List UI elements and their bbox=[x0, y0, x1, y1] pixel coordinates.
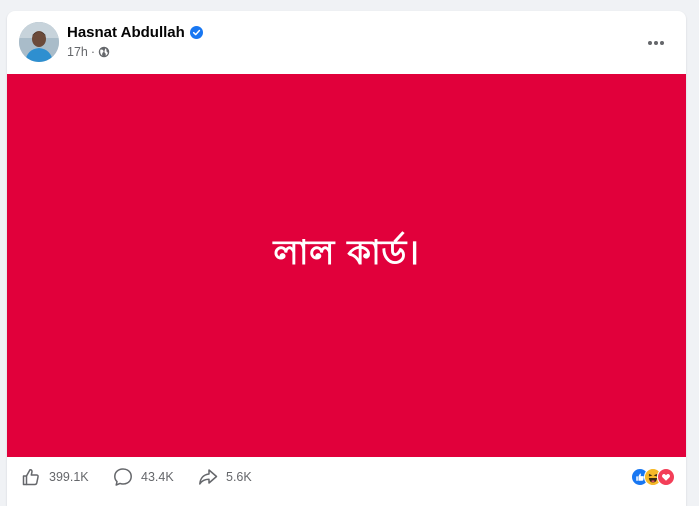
more-horizontal-icon bbox=[648, 41, 664, 45]
author-row: Hasnat Abdullah bbox=[67, 24, 203, 41]
post-image[interactable]: লাল কার্ড। bbox=[7, 74, 686, 457]
post-time[interactable]: 17h bbox=[67, 45, 88, 59]
love-reaction-icon bbox=[657, 468, 675, 486]
like-button[interactable]: 399.1K bbox=[21, 467, 89, 487]
post-image-text: লাল কার্ড। bbox=[273, 233, 420, 273]
post-footer: 399.1K 43.4K 5.6K bbox=[7, 457, 686, 495]
thumbs-up-icon bbox=[21, 467, 41, 487]
post-meta: 17h · bbox=[67, 45, 110, 59]
comment-count: 43.4K bbox=[141, 470, 174, 484]
post-card: Hasnat Abdullah 17h · লাল কার্ড। 399.1K … bbox=[7, 11, 686, 506]
post-header: Hasnat Abdullah 17h · bbox=[7, 11, 686, 74]
like-count: 399.1K bbox=[49, 470, 89, 484]
comment-button[interactable]: 43.4K bbox=[113, 467, 174, 487]
author-name[interactable]: Hasnat Abdullah bbox=[67, 24, 185, 41]
reactions-summary[interactable] bbox=[631, 468, 675, 486]
verified-badge-icon bbox=[189, 26, 203, 39]
share-arrow-icon bbox=[198, 467, 218, 487]
globe-icon[interactable] bbox=[98, 46, 110, 58]
share-button[interactable]: 5.6K bbox=[198, 467, 252, 487]
avatar[interactable] bbox=[19, 22, 59, 62]
comment-bubble-icon bbox=[113, 467, 133, 487]
share-count: 5.6K bbox=[226, 470, 252, 484]
more-options-button[interactable] bbox=[638, 25, 674, 61]
meta-separator: · bbox=[90, 45, 96, 59]
